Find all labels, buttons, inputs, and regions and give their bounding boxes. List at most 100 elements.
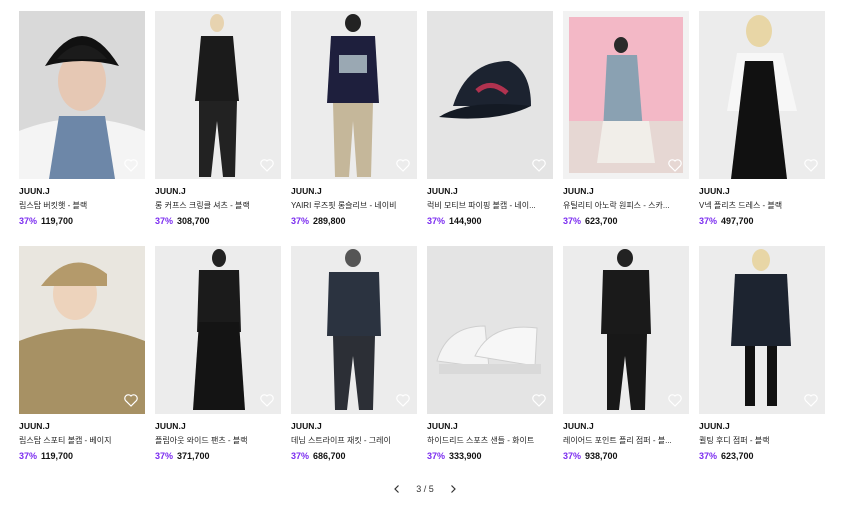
- discount-rate: 37%: [155, 216, 174, 226]
- product-row: JUUN.J 립스탑 스포티 볼캡 - 베이지 37% 119,700 JUUN.…: [19, 246, 831, 461]
- heart-icon[interactable]: [667, 392, 683, 408]
- product-image[interactable]: [563, 11, 689, 179]
- prev-page-icon[interactable]: [392, 484, 402, 494]
- product-grid: JUUN.J 립스탑 버킷햇 - 블랙 37% 119,700 JUUN.J 롱 …: [19, 11, 831, 481]
- brand-name: JUUN.J: [563, 421, 594, 431]
- discount-rate: 37%: [291, 216, 310, 226]
- product-name: 립스탑 스포티 볼캡 - 베이지: [19, 436, 112, 445]
- heart-icon[interactable]: [803, 392, 819, 408]
- product-card[interactable]: JUUN.J 립스탑 스포티 볼캡 - 베이지 37% 119,700: [19, 246, 145, 461]
- product-name: 퀼팅 후디 점퍼 - 블랙: [699, 436, 770, 445]
- price: 119,700: [41, 216, 74, 226]
- discount-rate: 37%: [427, 216, 446, 226]
- product-photo: [563, 246, 689, 414]
- product-row: JUUN.J 립스탑 버킷햇 - 블랙 37% 119,700 JUUN.J 롱 …: [19, 11, 831, 226]
- brand-name: JUUN.J: [155, 421, 186, 431]
- product-name: 롱 커프스 크링클 셔츠 - 블랙: [155, 201, 250, 210]
- heart-icon[interactable]: [667, 157, 683, 173]
- product-card[interactable]: JUUN.J 하이드리드 스포츠 샌들 - 화이트 37% 333,900: [427, 246, 553, 461]
- product-card[interactable]: JUUN.J 데님 스트라이프 재킷 - 그레이 37% 686,700: [291, 246, 417, 461]
- brand-name: JUUN.J: [291, 421, 322, 431]
- product-photo: [19, 246, 145, 414]
- product-image[interactable]: [699, 11, 825, 179]
- price: 623,700: [721, 451, 754, 461]
- price: 371,700: [177, 451, 210, 461]
- brand-name: JUUN.J: [155, 186, 186, 196]
- brand-name: JUUN.J: [19, 421, 50, 431]
- price: 333,900: [449, 451, 482, 461]
- product-name: 립스탑 버킷햇 - 블랙: [19, 201, 88, 210]
- product-image[interactable]: [427, 246, 553, 414]
- product-photo: [291, 11, 417, 179]
- product-image[interactable]: [19, 11, 145, 179]
- product-photo: [427, 246, 553, 414]
- product-photo: [699, 11, 825, 179]
- heart-icon[interactable]: [123, 157, 139, 173]
- price: 308,700: [177, 216, 210, 226]
- product-card[interactable]: JUUN.J 유틸리티 아노락 원피스 - 스카... 37% 623,700: [563, 11, 689, 226]
- product-name: YAIRI 루즈핏 롱슬리브 - 네이비: [291, 201, 397, 210]
- brand-name: JUUN.J: [19, 186, 50, 196]
- heart-icon[interactable]: [395, 157, 411, 173]
- price-row: 37% 938,700: [563, 451, 689, 461]
- discount-rate: 37%: [427, 451, 446, 461]
- product-name: 레이어드 포인트 플리 점퍼 - 블...: [563, 436, 672, 445]
- product-image[interactable]: [19, 246, 145, 414]
- next-page-icon[interactable]: [448, 484, 458, 494]
- discount-rate: 37%: [291, 451, 310, 461]
- heart-icon[interactable]: [531, 392, 547, 408]
- price-row: 37% 497,700: [699, 216, 825, 226]
- product-image[interactable]: [291, 11, 417, 179]
- product-card[interactable]: JUUN.J 립스탑 버킷햇 - 블랙 37% 119,700: [19, 11, 145, 226]
- product-image[interactable]: [155, 11, 281, 179]
- brand-name: JUUN.J: [427, 186, 458, 196]
- page-indicator: 3 / 5: [416, 484, 434, 494]
- product-photo: [155, 246, 281, 414]
- price: 623,700: [585, 216, 618, 226]
- discount-rate: 37%: [699, 451, 718, 461]
- price: 938,700: [585, 451, 618, 461]
- product-photo: [19, 11, 145, 179]
- heart-icon[interactable]: [259, 392, 275, 408]
- product-image[interactable]: [563, 246, 689, 414]
- price-row: 37% 623,700: [563, 216, 689, 226]
- product-image[interactable]: [291, 246, 417, 414]
- price: 289,800: [313, 216, 346, 226]
- product-card[interactable]: JUUN.J 레이어드 포인트 플리 점퍼 - 블... 37% 938,700: [563, 246, 689, 461]
- discount-rate: 37%: [19, 216, 38, 226]
- product-photo: [291, 246, 417, 414]
- product-image[interactable]: [155, 246, 281, 414]
- brand-name: JUUN.J: [699, 421, 730, 431]
- heart-icon[interactable]: [259, 157, 275, 173]
- discount-rate: 37%: [563, 451, 582, 461]
- brand-name: JUUN.J: [427, 421, 458, 431]
- discount-rate: 37%: [563, 216, 582, 226]
- discount-rate: 37%: [699, 216, 718, 226]
- price: 497,700: [721, 216, 754, 226]
- product-card[interactable]: JUUN.J 플립아웃 와이드 팬츠 - 블랙 37% 371,700: [155, 246, 281, 461]
- heart-icon[interactable]: [803, 157, 819, 173]
- product-card[interactable]: JUUN.J V넥 플리츠 드레스 - 블랙 37% 497,700: [699, 11, 825, 226]
- price: 686,700: [313, 451, 346, 461]
- product-photo: [427, 11, 553, 179]
- product-card[interactable]: JUUN.J 퀼팅 후디 점퍼 - 블랙 37% 623,700: [699, 246, 825, 461]
- price-row: 37% 289,800: [291, 216, 417, 226]
- product-name: 하이드리드 스포츠 샌들 - 화이트: [427, 436, 535, 445]
- product-image[interactable]: [427, 11, 553, 179]
- pagination: 3 / 5: [0, 482, 850, 496]
- brand-name: JUUN.J: [563, 186, 594, 196]
- product-card[interactable]: JUUN.J 럭비 모티브 파이핑 볼캡 - 네이... 37% 144,900: [427, 11, 553, 226]
- heart-icon[interactable]: [531, 157, 547, 173]
- product-card[interactable]: JUUN.J 롱 커프스 크링클 셔츠 - 블랙 37% 308,700: [155, 11, 281, 226]
- price-row: 37% 686,700: [291, 451, 417, 461]
- heart-icon[interactable]: [395, 392, 411, 408]
- product-card[interactable]: JUUN.J YAIRI 루즈핏 롱슬리브 - 네이비 37% 289,800: [291, 11, 417, 226]
- heart-icon[interactable]: [123, 392, 139, 408]
- discount-rate: 37%: [155, 451, 174, 461]
- product-image[interactable]: [699, 246, 825, 414]
- product-name: 럭비 모티브 파이핑 볼캡 - 네이...: [427, 201, 536, 210]
- price-row: 37% 371,700: [155, 451, 281, 461]
- price-row: 37% 119,700: [19, 216, 145, 226]
- discount-rate: 37%: [19, 451, 38, 461]
- product-photo: [155, 11, 281, 179]
